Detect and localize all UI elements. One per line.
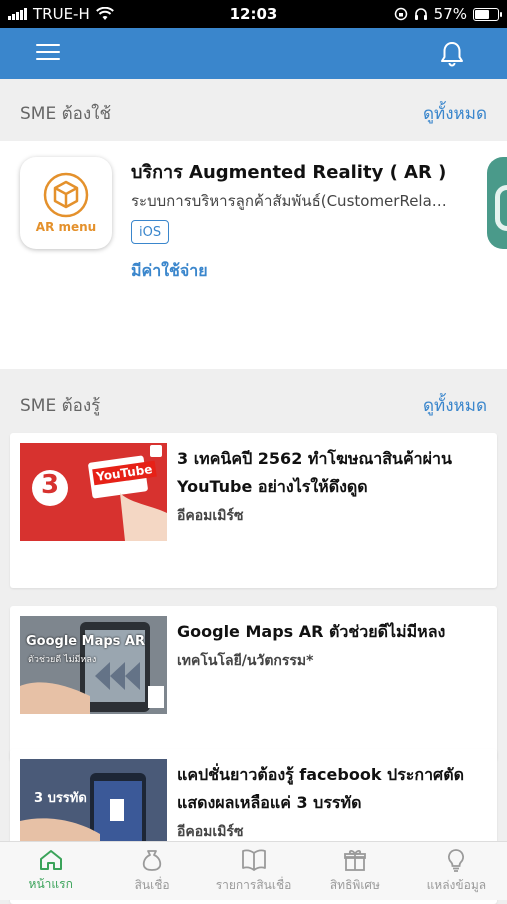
section-title: SME ต้องใช้ — [20, 103, 111, 124]
ar-cube-icon — [43, 172, 89, 218]
service-description: ระบบการบริหารลูกค้าสัมพันธ์(CustomerRela… — [131, 192, 451, 210]
nav-privileges[interactable]: สิทธิพิเศษ — [304, 842, 405, 900]
ar-icon-label: AR menu — [35, 220, 97, 234]
status-bar: TRUE-H 12:03 57% — [0, 0, 507, 28]
price-label: มีค่าใช้จ่าย — [131, 261, 208, 280]
article-thumbnail: 3 YouTube — [20, 443, 167, 541]
nav-loans[interactable]: สินเชื่อ — [101, 842, 202, 900]
article-category: อีคอมเมิร์ซ — [177, 508, 244, 524]
gift-icon — [344, 849, 366, 871]
money-bag-icon — [142, 849, 162, 871]
nav-label: สินเชื่อ — [134, 877, 170, 892]
section-title: SME ต้องรู้ — [20, 395, 101, 416]
article-category: อีคอมเมิร์ซ — [177, 824, 244, 840]
lock-rotation-icon — [394, 7, 407, 21]
article-category: เทคโนโลยี/นวัตกรรม* — [177, 653, 314, 669]
app-bar — [0, 28, 507, 79]
article-thumbnail: Google Maps AR ตัวช่วยดี ไม่มีหลง — [20, 616, 167, 714]
nav-resources[interactable]: แหล่งข้อมูล — [406, 842, 507, 900]
menu-icon[interactable] — [36, 44, 60, 64]
article-card[interactable]: Google Maps AR ตัวช่วยดี ไม่มีหลง Google… — [10, 606, 497, 761]
article-title: แคปชั่นยาวต้องรู้ facebook ประกาศตัดแสดง… — [177, 765, 464, 812]
nav-label: หน้าแรก — [28, 876, 73, 891]
platform-badge: iOS — [131, 220, 170, 244]
ar-menu-app-icon[interactable]: AR menu — [20, 157, 112, 249]
thumb-number: 3 — [41, 470, 60, 500]
thumb-lines-text: 3 บรรทัด — [34, 791, 87, 806]
nav-label: รายการสินเชื่อ — [215, 877, 292, 892]
headphones-icon — [414, 8, 427, 20]
battery-icon — [473, 7, 502, 21]
see-all-link[interactable]: ดูทั้งหมด — [423, 392, 487, 419]
see-all-link[interactable]: ดูทั้งหมด — [423, 100, 487, 127]
bell-icon[interactable] — [437, 40, 467, 68]
thumb-sub-text: ตัวช่วยดี ไม่มีหลง — [28, 655, 97, 665]
lightbulb-icon — [448, 848, 465, 872]
book-icon — [241, 849, 266, 871]
nav-loan-list[interactable]: รายการสินเชื่อ — [203, 842, 304, 900]
status-right: 57% — [394, 5, 502, 23]
service-card[interactable]: AR menu บริการ Augmented Reality ( AR ) … — [0, 141, 507, 369]
section-header: SME ต้องใช้ ดูทั้งหมด — [0, 79, 507, 147]
article-title: 3 เทคนิคปี 2562 ทำโฆษณาสินค้าผ่าน YouTub… — [177, 449, 452, 496]
section-sme-use: SME ต้องใช้ ดูทั้งหมด AR menu บริการ Aug… — [0, 79, 507, 369]
nav-home[interactable]: หน้าแรก — [0, 842, 101, 900]
article-card[interactable]: 3 YouTube 3 เทคนิคปี 2562 ทำโฆษณาสินค้าผ… — [10, 433, 497, 588]
article-title: Google Maps AR ตัวช่วยดีไม่มีหลง — [177, 622, 446, 641]
next-service-card-icon[interactable] — [487, 157, 507, 249]
battery-percent: 57% — [433, 5, 467, 23]
section-header: SME ต้องรู้ ดูทั้งหมด — [0, 371, 507, 439]
home-icon — [39, 849, 62, 870]
section-sme-know: SME ต้องรู้ ดูทั้งหมด 3 YouTube 3 เทคนิค… — [0, 371, 507, 904]
service-title: บริการ Augmented Reality ( AR ) — [131, 162, 447, 183]
thumb-google-maps-text: Google Maps AR — [26, 634, 145, 649]
bottom-nav: หน้าแรก สินเชื่อ รายการสินเชื่อ สิทธิพิเ… — [0, 841, 507, 900]
nav-label: สิทธิพิเศษ — [329, 877, 380, 892]
nav-label: แหล่งข้อมูล — [426, 877, 487, 892]
